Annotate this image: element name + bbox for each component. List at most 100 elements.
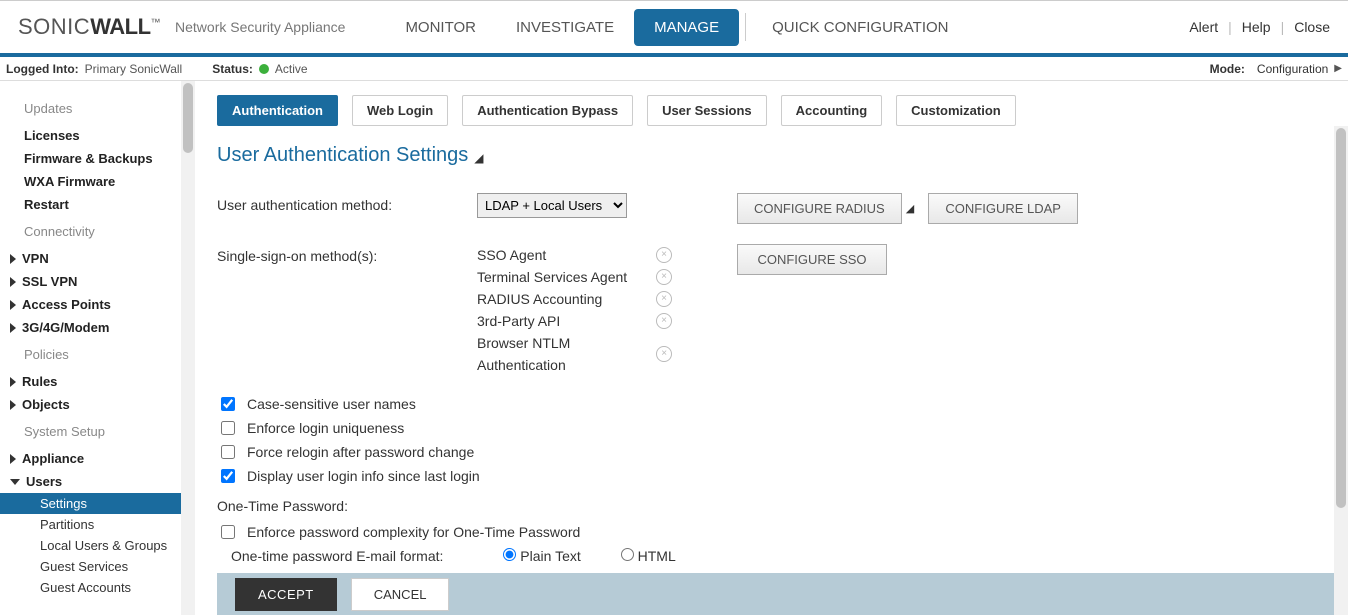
remove-icon[interactable]: × xyxy=(656,247,672,263)
chk-label: Display user login info since last login xyxy=(247,468,480,484)
nav-separator xyxy=(745,13,746,41)
link-close[interactable]: Close xyxy=(1294,19,1330,35)
sidebar-item-label: Appliance xyxy=(22,451,84,466)
caret-right-icon xyxy=(10,323,16,333)
status-bar: Logged Into: Primary SonicWall Status: A… xyxy=(0,57,1348,81)
remove-icon[interactable]: × xyxy=(656,313,672,329)
tab-accounting[interactable]: Accounting xyxy=(781,95,883,126)
radio-label: Plain Text xyxy=(520,548,580,564)
tab-weblogin[interactable]: Web Login xyxy=(352,95,448,126)
sidebar-item-label: Firmware & Backups xyxy=(24,151,153,166)
logged-into-label: Logged Into: xyxy=(6,62,79,76)
remove-icon[interactable]: × xyxy=(656,291,672,307)
sidebar-item-label: Licenses xyxy=(24,128,80,143)
chk-label: Enforce login uniqueness xyxy=(247,420,404,436)
auth-method-label: User authentication method: xyxy=(217,193,477,213)
tab-authbypass[interactable]: Authentication Bypass xyxy=(462,95,633,126)
sidebar-item-rules[interactable]: Rules xyxy=(0,370,181,393)
otp-html-radio[interactable] xyxy=(621,548,634,561)
sidebar-item-label: VPN xyxy=(22,251,49,266)
sidebar-item-label: SSL VPN xyxy=(22,274,77,289)
title-caret-icon[interactable]: ◢ xyxy=(474,151,483,165)
brand-tm: ™ xyxy=(151,18,162,29)
sso-item-radius: RADIUS Accounting × xyxy=(477,288,672,310)
sidebar-item-accesspoints[interactable]: Access Points xyxy=(0,293,181,316)
caret-icon: ◢ xyxy=(906,202,914,215)
workspace: Updates Licenses Firmware & Backups WXA … xyxy=(0,81,1348,615)
top-bar: SONICWALL™ Network Security Appliance MO… xyxy=(0,0,1348,57)
sidebar-item-vpn[interactable]: VPN xyxy=(0,247,181,270)
sidebar-sub-localusersgroups[interactable]: Local Users & Groups xyxy=(0,535,181,556)
otp-plain-radio[interactable] xyxy=(503,548,516,561)
sidebar-item-appliance[interactable]: Appliance xyxy=(0,447,181,470)
sidebar-item-users[interactable]: Users xyxy=(0,470,181,493)
sidebar-sub-settings[interactable]: Settings xyxy=(0,493,181,514)
remove-icon[interactable]: × xyxy=(656,269,672,285)
content-scroll-thumb[interactable] xyxy=(1336,128,1346,508)
sidebar-item-restart[interactable]: Restart xyxy=(0,193,181,216)
sidebar-scrollbar[interactable] xyxy=(181,81,195,615)
case-sensitive-checkbox[interactable] xyxy=(221,397,235,411)
sidebar-group-connectivity[interactable]: Connectivity xyxy=(0,216,181,247)
sidebar-item-licenses[interactable]: Licenses xyxy=(0,124,181,147)
caret-right-icon xyxy=(10,300,16,310)
tab-customization[interactable]: Customization xyxy=(896,95,1016,126)
content-body: User Authentication Settings◢ User authe… xyxy=(195,126,1348,615)
action-bar: ACCEPT CANCEL xyxy=(217,573,1334,615)
content-scrollbar[interactable] xyxy=(1334,126,1348,615)
display-logininfo-checkbox[interactable] xyxy=(221,469,235,483)
sidebar-item-objects[interactable]: Objects xyxy=(0,393,181,416)
caret-right-icon xyxy=(10,254,16,264)
otp-complexity-checkbox[interactable] xyxy=(221,525,235,539)
sidebar-scroll-thumb[interactable] xyxy=(183,83,193,153)
force-relogin-checkbox[interactable] xyxy=(221,445,235,459)
chk-row-otp-complexity: Enforce password complexity for One-Time… xyxy=(221,524,1326,540)
nav-investigate[interactable]: INVESTIGATE xyxy=(496,9,634,46)
link-alert[interactable]: Alert xyxy=(1189,19,1218,35)
sidebar-item-modem[interactable]: 3G/4G/Modem xyxy=(0,316,181,339)
nav-monitor[interactable]: MONITOR xyxy=(385,9,496,46)
configure-radius-button[interactable]: CONFIGURE RADIUS xyxy=(737,193,902,224)
tab-usersessions[interactable]: User Sessions xyxy=(647,95,767,126)
sso-label: Single-sign-on method(s): xyxy=(217,244,477,264)
sso-field: SSO Agent× Terminal Services Agent× RADI… xyxy=(477,244,737,376)
sso-item-label: 3rd-Party API xyxy=(477,310,560,332)
mode-value[interactable]: Configuration xyxy=(1257,62,1328,76)
otp-radio-plain-wrap: Plain Text xyxy=(503,548,580,564)
tab-authentication[interactable]: Authentication xyxy=(217,95,338,126)
sidebar-group-systemsetup[interactable]: System Setup xyxy=(0,416,181,447)
radio-label: HTML xyxy=(638,548,676,564)
tabs-row: Authentication Web Login Authentication … xyxy=(195,81,1348,126)
sso-item-label: RADIUS Accounting xyxy=(477,288,602,310)
sidebar-sub-partitions[interactable]: Partitions xyxy=(0,514,181,535)
remove-icon[interactable]: × xyxy=(656,346,672,362)
accept-button[interactable]: ACCEPT xyxy=(235,578,337,611)
content: Authentication Web Login Authentication … xyxy=(195,81,1348,615)
chevron-right-icon[interactable]: ▶ xyxy=(1334,63,1342,74)
nav-quickconfig[interactable]: QUICK CONFIGURATION xyxy=(752,9,968,46)
configure-ldap-button[interactable]: CONFIGURE LDAP xyxy=(928,193,1078,224)
auth-method-select[interactable]: LDAP + Local Users xyxy=(477,193,627,218)
sidebar-item-firmware[interactable]: Firmware & Backups xyxy=(0,147,181,170)
sidebar-group-updates[interactable]: Updates xyxy=(0,93,181,124)
login-uniqueness-checkbox[interactable] xyxy=(221,421,235,435)
sidebar-item-label: 3G/4G/Modem xyxy=(22,320,109,335)
sidebar-group-policies[interactable]: Policies xyxy=(0,339,181,370)
chk-row-uniq: Enforce login uniqueness xyxy=(221,420,1326,436)
sidebar-item-sslvpn[interactable]: SSL VPN xyxy=(0,270,181,293)
link-help[interactable]: Help xyxy=(1242,19,1271,35)
sidebar-sub-guestaccounts[interactable]: Guest Accounts xyxy=(0,577,181,598)
configure-sso-button[interactable]: CONFIGURE SSO xyxy=(737,244,887,275)
chk-row-display: Display user login info since last login xyxy=(221,468,1326,484)
auth-method-field: LDAP + Local Users xyxy=(477,193,737,218)
sidebar-item-wxa[interactable]: WXA Firmware xyxy=(0,170,181,193)
sidebar-sub-guestservices[interactable]: Guest Services xyxy=(0,556,181,577)
caret-right-icon xyxy=(10,400,16,410)
cancel-button[interactable]: CANCEL xyxy=(351,578,450,611)
caret-right-icon xyxy=(10,377,16,387)
caret-right-icon xyxy=(10,277,16,287)
nav-manage[interactable]: MANAGE xyxy=(634,9,739,46)
sso-item-api: 3rd-Party API × xyxy=(477,310,672,332)
row-sso: Single-sign-on method(s): SSO Agent× Ter… xyxy=(217,244,1326,376)
top-right-links: Alert | Help | Close xyxy=(1189,19,1330,35)
